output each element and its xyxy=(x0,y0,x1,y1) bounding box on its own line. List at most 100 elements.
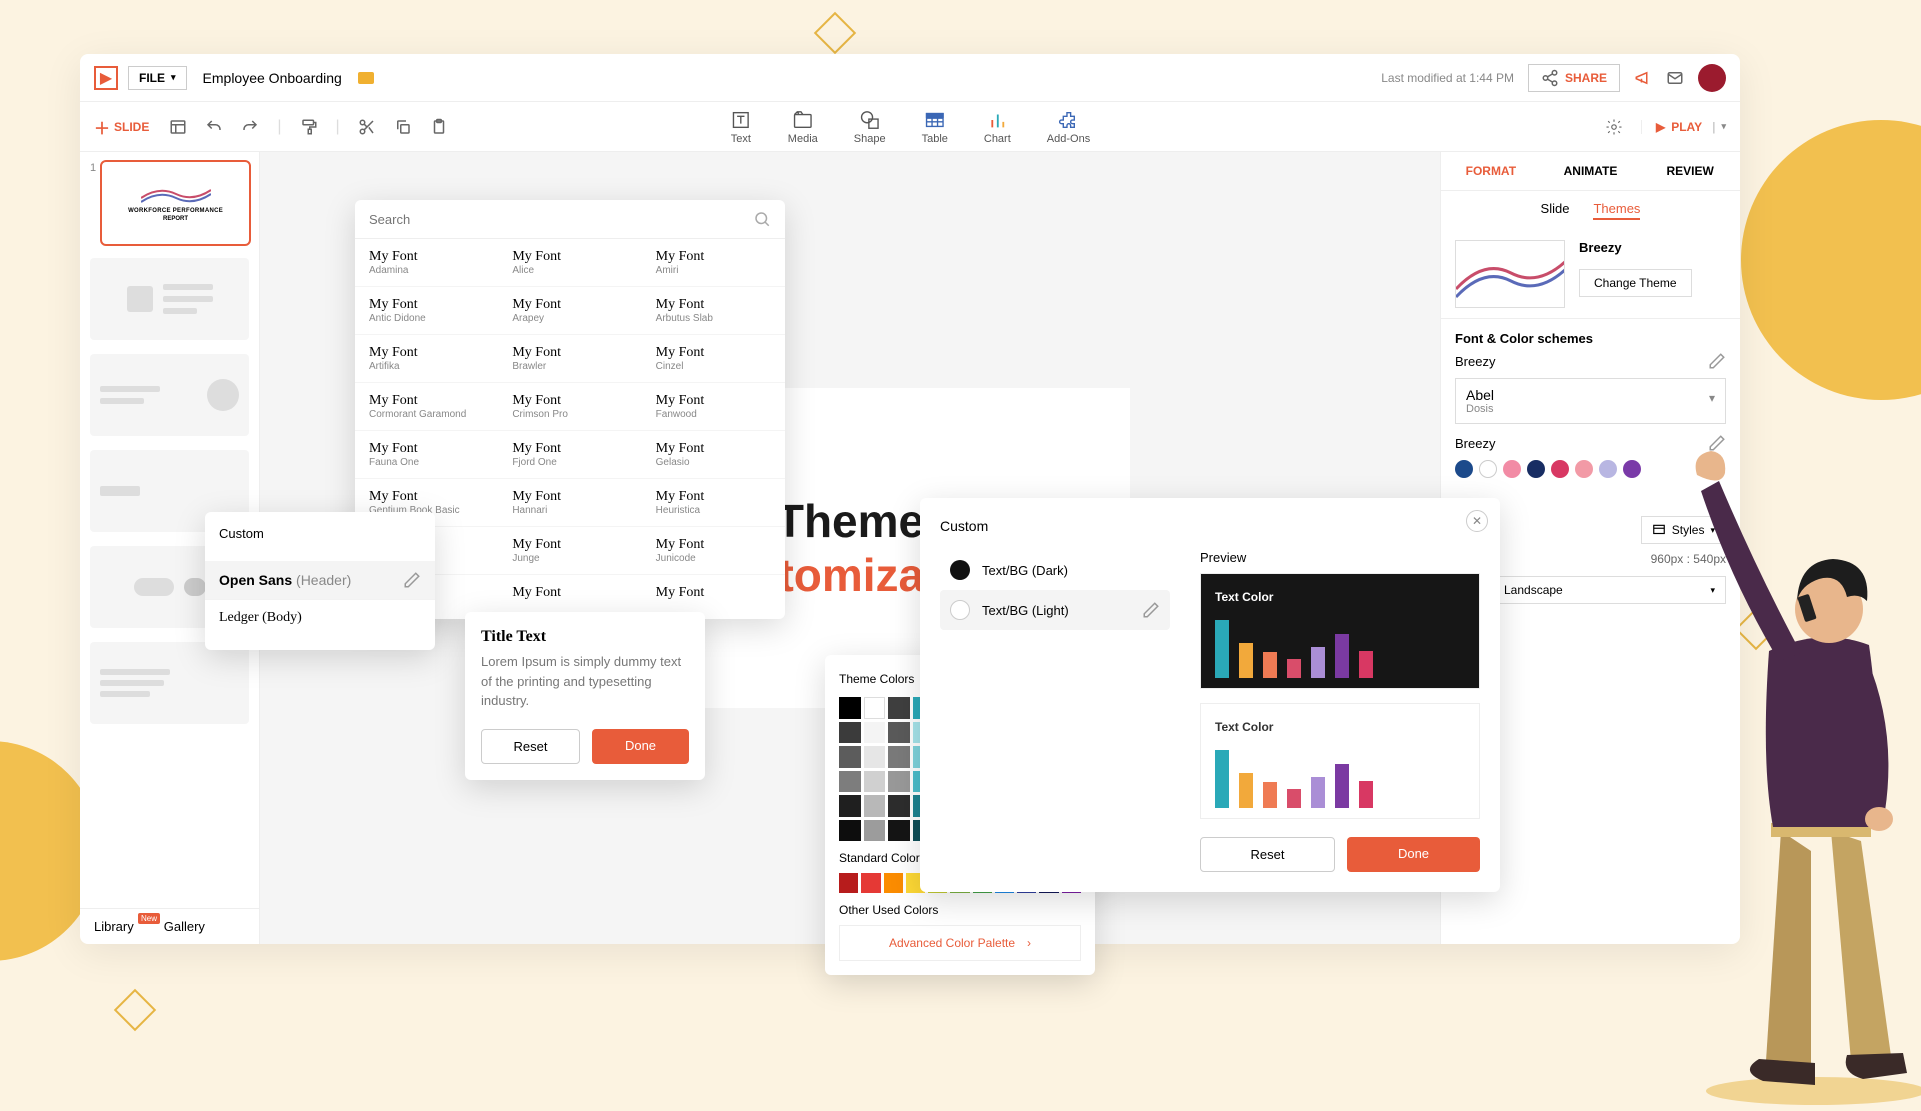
color-swatch[interactable] xyxy=(888,771,910,793)
color-swatch[interactable] xyxy=(839,722,861,744)
font-option[interactable]: My FontAdamina xyxy=(355,239,498,287)
color-swatch[interactable] xyxy=(888,795,910,817)
font-option[interactable]: My FontBrawler xyxy=(498,335,641,383)
megaphone-icon[interactable] xyxy=(1634,69,1652,87)
insert-chart-button[interactable]: Chart xyxy=(984,109,1011,145)
pencil-icon[interactable] xyxy=(1708,434,1726,452)
file-menu-button[interactable]: FILE ▾ xyxy=(128,66,187,90)
header-font-row[interactable]: Open Sans (Header) xyxy=(205,561,435,600)
mail-icon[interactable] xyxy=(1666,69,1684,87)
color-swatch[interactable] xyxy=(864,722,886,744)
font-option[interactable]: My FontCrimson Pro xyxy=(498,383,641,431)
cut-icon[interactable] xyxy=(358,118,376,136)
color-swatch[interactable] xyxy=(861,873,880,893)
palette-dot[interactable] xyxy=(1455,460,1473,478)
tab-review[interactable]: REVIEW xyxy=(1640,152,1740,190)
text-bg-light-option[interactable]: Text/BG (Light) xyxy=(940,590,1170,630)
color-swatch[interactable] xyxy=(888,746,910,768)
styles-dropdown[interactable]: Styles▾ xyxy=(1641,516,1726,544)
subtab-slide[interactable]: Slide xyxy=(1541,201,1570,220)
slide-thumbnail-1[interactable]: WORKFORCE PERFORMANCE REPORT xyxy=(102,162,249,244)
folder-icon[interactable] xyxy=(358,72,374,84)
gallery-tab[interactable]: Gallery xyxy=(164,919,205,934)
color-swatch[interactable] xyxy=(888,820,910,842)
slide-thumbnail[interactable] xyxy=(90,642,249,724)
app-logo-icon[interactable]: ▶ xyxy=(94,66,118,90)
library-tab[interactable]: LibraryNew xyxy=(94,919,134,934)
font-option[interactable]: My FontArbutus Slab xyxy=(642,287,785,335)
font-option[interactable]: My FontFauna One xyxy=(355,431,498,479)
palette-dot[interactable] xyxy=(1503,460,1521,478)
text-bg-dark-option[interactable]: Text/BG (Dark) xyxy=(940,550,1170,590)
insert-table-button[interactable]: Table xyxy=(922,109,948,145)
pencil-icon[interactable] xyxy=(1708,352,1726,370)
add-slide-button[interactable]: ＋SLIDE xyxy=(94,115,149,139)
palette-dot[interactable] xyxy=(1575,460,1593,478)
settings-icon[interactable] xyxy=(1605,118,1623,136)
font-option[interactable]: My FontGelasio xyxy=(642,431,785,479)
advanced-palette-button[interactable]: Advanced Color Palette› xyxy=(839,925,1081,961)
slide-thumbnail[interactable] xyxy=(90,258,249,340)
color-swatch[interactable] xyxy=(839,771,861,793)
font-option[interactable]: My FontCinzel xyxy=(642,335,785,383)
play-button[interactable]: ▶PLAY|▾ xyxy=(1641,120,1726,134)
reset-button[interactable]: Reset xyxy=(1200,837,1335,872)
font-option[interactable]: My FontAlice xyxy=(498,239,641,287)
color-scheme-row[interactable] xyxy=(1441,452,1740,486)
color-swatch[interactable] xyxy=(884,873,903,893)
slide-thumbnail[interactable] xyxy=(90,354,249,436)
color-swatch[interactable] xyxy=(839,820,861,842)
font-search-input[interactable] xyxy=(369,212,691,227)
color-swatch[interactable] xyxy=(888,697,910,719)
color-swatch[interactable] xyxy=(839,873,858,893)
paste-icon[interactable] xyxy=(430,118,448,136)
font-option[interactable]: My FontAntic Didone xyxy=(355,287,498,335)
insert-text-button[interactable]: Text xyxy=(730,109,752,145)
change-theme-button[interactable]: Change Theme xyxy=(1579,269,1692,297)
insert-addons-button[interactable]: Add-Ons xyxy=(1047,109,1090,145)
subtab-themes[interactable]: Themes xyxy=(1593,201,1640,220)
tab-format[interactable]: FORMAT xyxy=(1441,152,1541,190)
paint-roller-icon[interactable] xyxy=(300,118,318,136)
font-option[interactable]: My FontArtifika xyxy=(355,335,498,383)
color-swatch[interactable] xyxy=(864,820,886,842)
orientation-dropdown[interactable]: Landscape▾ xyxy=(1493,576,1726,604)
document-title[interactable]: Employee Onboarding xyxy=(203,70,342,86)
undo-icon[interactable] xyxy=(205,118,223,136)
color-swatch[interactable] xyxy=(839,746,861,768)
palette-dot[interactable] xyxy=(1551,460,1569,478)
insert-shape-button[interactable]: Shape xyxy=(854,109,886,145)
close-icon[interactable]: ✕ xyxy=(1466,510,1488,532)
font-scheme-dropdown[interactable]: Abel Dosis ▾ xyxy=(1455,378,1726,424)
font-option[interactable]: My FontFanwood xyxy=(642,383,785,431)
color-swatch[interactable] xyxy=(864,746,886,768)
color-swatch[interactable] xyxy=(839,697,861,719)
color-swatch[interactable] xyxy=(864,771,886,793)
font-option[interactable]: My FontCormorant Garamond xyxy=(355,383,498,431)
redo-icon[interactable] xyxy=(241,118,259,136)
font-option[interactable]: My FontJunicode xyxy=(642,527,785,575)
layout-icon[interactable] xyxy=(169,118,187,136)
palette-dot[interactable] xyxy=(1479,460,1497,478)
color-swatch[interactable] xyxy=(864,697,886,719)
tab-animate[interactable]: ANIMATE xyxy=(1541,152,1641,190)
palette-dot[interactable] xyxy=(1599,460,1617,478)
user-avatar[interactable] xyxy=(1698,64,1726,92)
insert-media-button[interactable]: Media xyxy=(788,109,818,145)
color-swatch[interactable] xyxy=(839,795,861,817)
copy-icon[interactable] xyxy=(394,118,412,136)
palette-dot[interactable] xyxy=(1527,460,1545,478)
pencil-icon[interactable] xyxy=(403,571,421,589)
theme-thumbnail[interactable] xyxy=(1455,240,1565,308)
font-option[interactable]: My FontFjord One xyxy=(498,431,641,479)
font-option[interactable]: My FontArapey xyxy=(498,287,641,335)
font-option[interactable]: My FontAmiri xyxy=(642,239,785,287)
color-swatch[interactable] xyxy=(864,795,886,817)
done-button[interactable]: Done xyxy=(1347,837,1480,872)
font-option[interactable]: My FontHeuristica xyxy=(642,479,785,527)
font-option[interactable]: My FontHannari xyxy=(498,479,641,527)
body-font-row[interactable]: Ledger (Body) xyxy=(219,600,421,636)
done-button[interactable]: Done xyxy=(592,729,689,764)
pencil-icon[interactable] xyxy=(1142,601,1160,619)
palette-dot[interactable] xyxy=(1623,460,1641,478)
